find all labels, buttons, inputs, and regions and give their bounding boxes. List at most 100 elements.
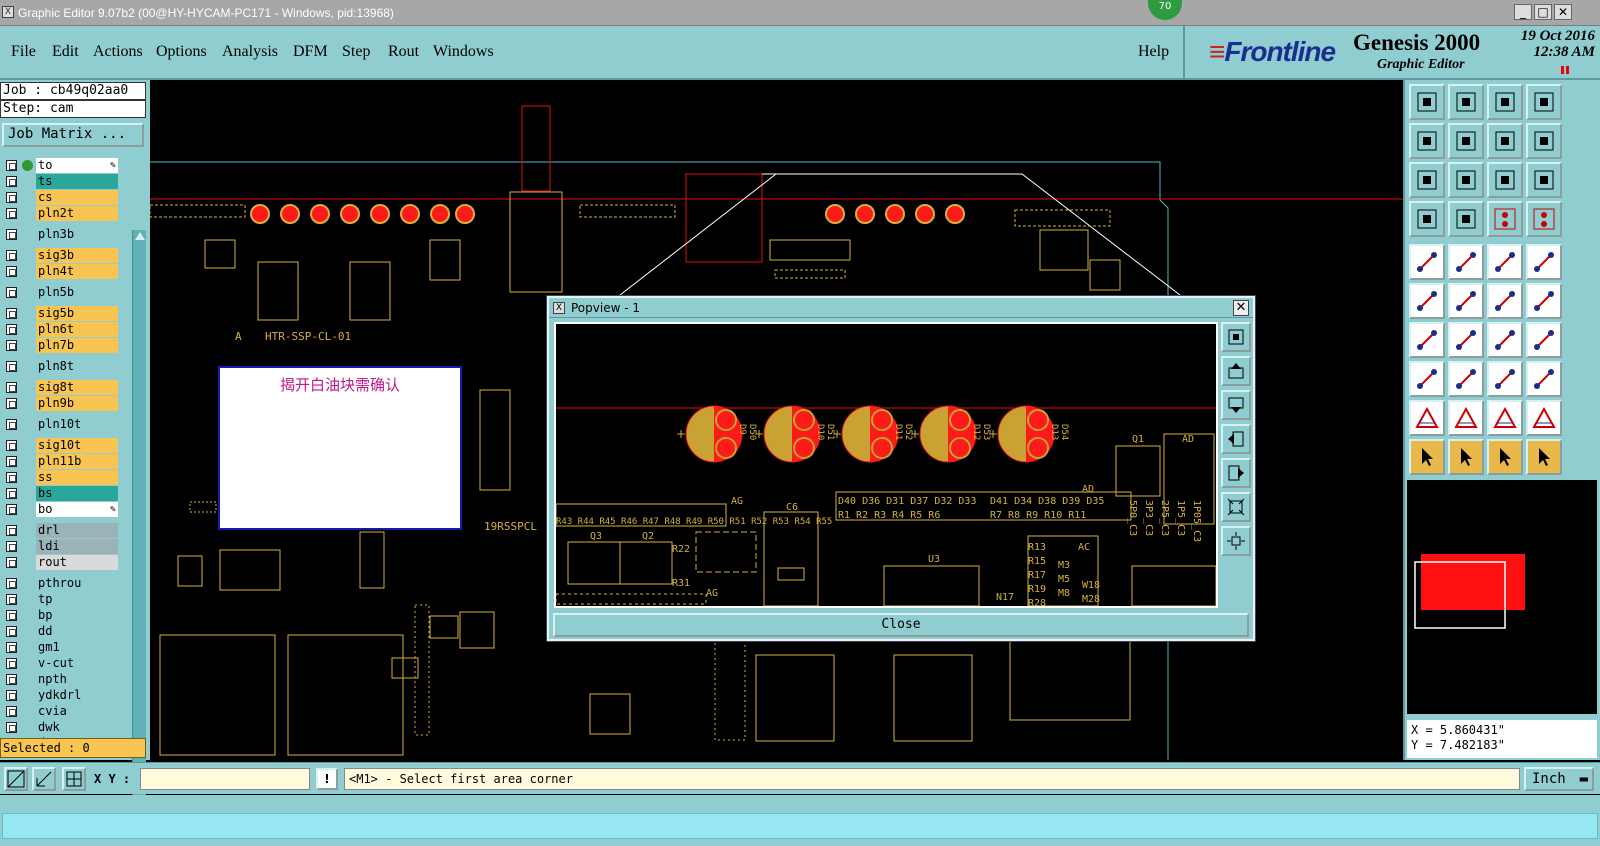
layer-row-pln4t[interactable]: pln4t <box>2 264 118 279</box>
layer-row-pln8t[interactable]: pln8t <box>2 359 118 374</box>
copy-button[interactable] <box>1526 283 1562 319</box>
menu-rout[interactable]: Rout <box>388 43 419 61</box>
layer-checkbox[interactable] <box>6 504 17 515</box>
layer-row-pln6t[interactable]: pln6t <box>2 322 118 337</box>
layer-name[interactable]: sig5b <box>36 306 118 321</box>
ruler-button[interactable] <box>1487 244 1523 280</box>
menu-file[interactable]: File <box>11 43 36 61</box>
layer-name[interactable]: pln5b <box>36 285 118 300</box>
measure-icon[interactable] <box>32 767 56 791</box>
layer-name[interactable]: npth <box>36 672 118 687</box>
layer-checkbox[interactable] <box>6 208 17 219</box>
layer-name[interactable]: pln10t <box>36 417 118 432</box>
layer-view-button[interactable] <box>1487 201 1523 237</box>
job-matrix-button[interactable]: Job Matrix ... <box>2 123 144 147</box>
triangle-button[interactable] <box>1409 400 1445 436</box>
layer-checkbox[interactable] <box>6 626 17 637</box>
layer-name[interactable]: rout <box>36 555 118 570</box>
layer-row-dd[interactable]: dd <box>2 624 118 639</box>
layer-checkbox[interactable] <box>6 308 17 319</box>
layer-row-pln10t[interactable]: pln10t <box>2 417 118 432</box>
layer-checkbox[interactable] <box>6 250 17 261</box>
layer-checkbox[interactable] <box>6 398 17 409</box>
layer-row-sig10t[interactable]: sig10t <box>2 438 118 453</box>
layer-checkbox[interactable] <box>6 488 17 499</box>
popview-canvas[interactable]: + D9 D50 + D10 D51 + D11 D52 + D12 D53 + D13 D54 AG AG <box>554 322 1218 608</box>
zoom-center-button[interactable] <box>1448 162 1484 198</box>
popview-zoom-in-icon[interactable] <box>1221 492 1251 522</box>
add-line-button[interactable] <box>1409 322 1445 358</box>
layer-row-sig8t[interactable]: sig8t <box>2 380 118 395</box>
layer-name[interactable]: pln4t <box>36 264 118 279</box>
layer-name[interactable]: dwk <box>36 720 118 735</box>
pan-right-button[interactable] <box>1448 123 1484 159</box>
layer-row-drl[interactable]: drl <box>2 523 118 538</box>
triangle-move-button[interactable] <box>1487 400 1523 436</box>
pointer-line-button[interactable] <box>1526 439 1562 475</box>
zoom-back-button[interactable] <box>1448 84 1484 120</box>
layer-name[interactable]: tp <box>36 592 118 607</box>
resize-button[interactable] <box>1487 361 1523 397</box>
delete-button[interactable] <box>1448 283 1484 319</box>
menu-help[interactable]: Help <box>1138 43 1169 61</box>
layer-checkbox[interactable] <box>6 192 17 203</box>
notification-badge[interactable]: 70 <box>1148 0 1182 20</box>
layer-row-bp[interactable]: bp <box>2 608 118 623</box>
select-button[interactable] <box>1409 244 1445 280</box>
layer-compare-button[interactable] <box>1526 201 1562 237</box>
menu-step[interactable]: Step <box>342 43 370 61</box>
execute-button[interactable]: ! <box>316 768 338 790</box>
pad-button[interactable] <box>1526 244 1562 280</box>
slash-line-button[interactable] <box>1448 322 1484 358</box>
layer-row-gm1[interactable]: gm1 <box>2 640 118 655</box>
popview-pan-down-icon[interactable] <box>1221 390 1251 420</box>
help-button[interactable] <box>1526 162 1562 198</box>
layer-name[interactable]: ldi <box>36 539 118 554</box>
overview-map[interactable] <box>1407 480 1597 714</box>
zoom-fit-button[interactable] <box>1409 162 1445 198</box>
menu-dfm[interactable]: DFM <box>293 43 328 61</box>
triangle-edit-button[interactable] <box>1448 400 1484 436</box>
layer-checkbox[interactable] <box>6 229 17 240</box>
layer-name[interactable]: pln7b <box>36 338 118 353</box>
layer-checkbox[interactable] <box>6 382 17 393</box>
layer-checkbox[interactable] <box>6 456 17 467</box>
layer-row-ydkdrl[interactable]: ydkdrl <box>2 688 118 703</box>
redraw-button[interactable] <box>1487 84 1523 120</box>
layer-row-pln9b[interactable]: pln9b <box>2 396 118 411</box>
layer-row-pln5b[interactable]: pln5b <box>2 285 118 300</box>
layer-name[interactable]: pln8t <box>36 359 118 374</box>
popview-pan-left-icon[interactable] <box>1221 424 1251 454</box>
connect-button[interactable] <box>1409 283 1445 319</box>
layer-scrollbar[interactable] <box>132 230 146 810</box>
ratio-button[interactable] <box>1487 162 1523 198</box>
layer-row-ss[interactable]: ss <box>2 470 118 485</box>
zoom-home-button[interactable] <box>1409 84 1445 120</box>
layer-checkbox[interactable] <box>6 594 17 605</box>
layer-name[interactable]: bo ✎ <box>36 502 118 517</box>
layer-checkbox[interactable] <box>6 440 17 451</box>
menu-analysis[interactable]: Analysis <box>222 43 278 61</box>
popview-pan-right-icon[interactable] <box>1221 458 1251 488</box>
fit-button[interactable] <box>1487 123 1523 159</box>
layer-row-pln3b[interactable]: pln3b <box>2 227 118 242</box>
layer-checkbox[interactable] <box>6 557 17 568</box>
layer-name[interactable]: bp <box>36 608 118 623</box>
menu-options[interactable]: Options <box>156 43 207 61</box>
layer-checkbox[interactable] <box>6 525 17 536</box>
popview-pan-up-icon[interactable] <box>1221 356 1251 386</box>
layer-checkbox[interactable] <box>6 361 17 372</box>
menu-edit[interactable]: Edit <box>52 43 79 61</box>
layer-row-pln7b[interactable]: pln7b <box>2 338 118 353</box>
layer-name[interactable]: ss <box>36 470 118 485</box>
layer-name[interactable]: pln2t <box>36 206 118 221</box>
layer-name[interactable]: v-cut <box>36 656 118 671</box>
layer-name[interactable]: pthrou <box>36 576 118 591</box>
layer-row-ldi[interactable]: ldi <box>2 539 118 554</box>
window-close-button[interactable]: ✕ <box>1554 4 1572 20</box>
layer-checkbox[interactable] <box>6 706 17 717</box>
layer-name[interactable]: gm1 <box>36 640 118 655</box>
layer-checkbox[interactable] <box>6 160 17 171</box>
layer-checkbox[interactable] <box>6 324 17 335</box>
grid-toggle-button[interactable] <box>1448 201 1484 237</box>
